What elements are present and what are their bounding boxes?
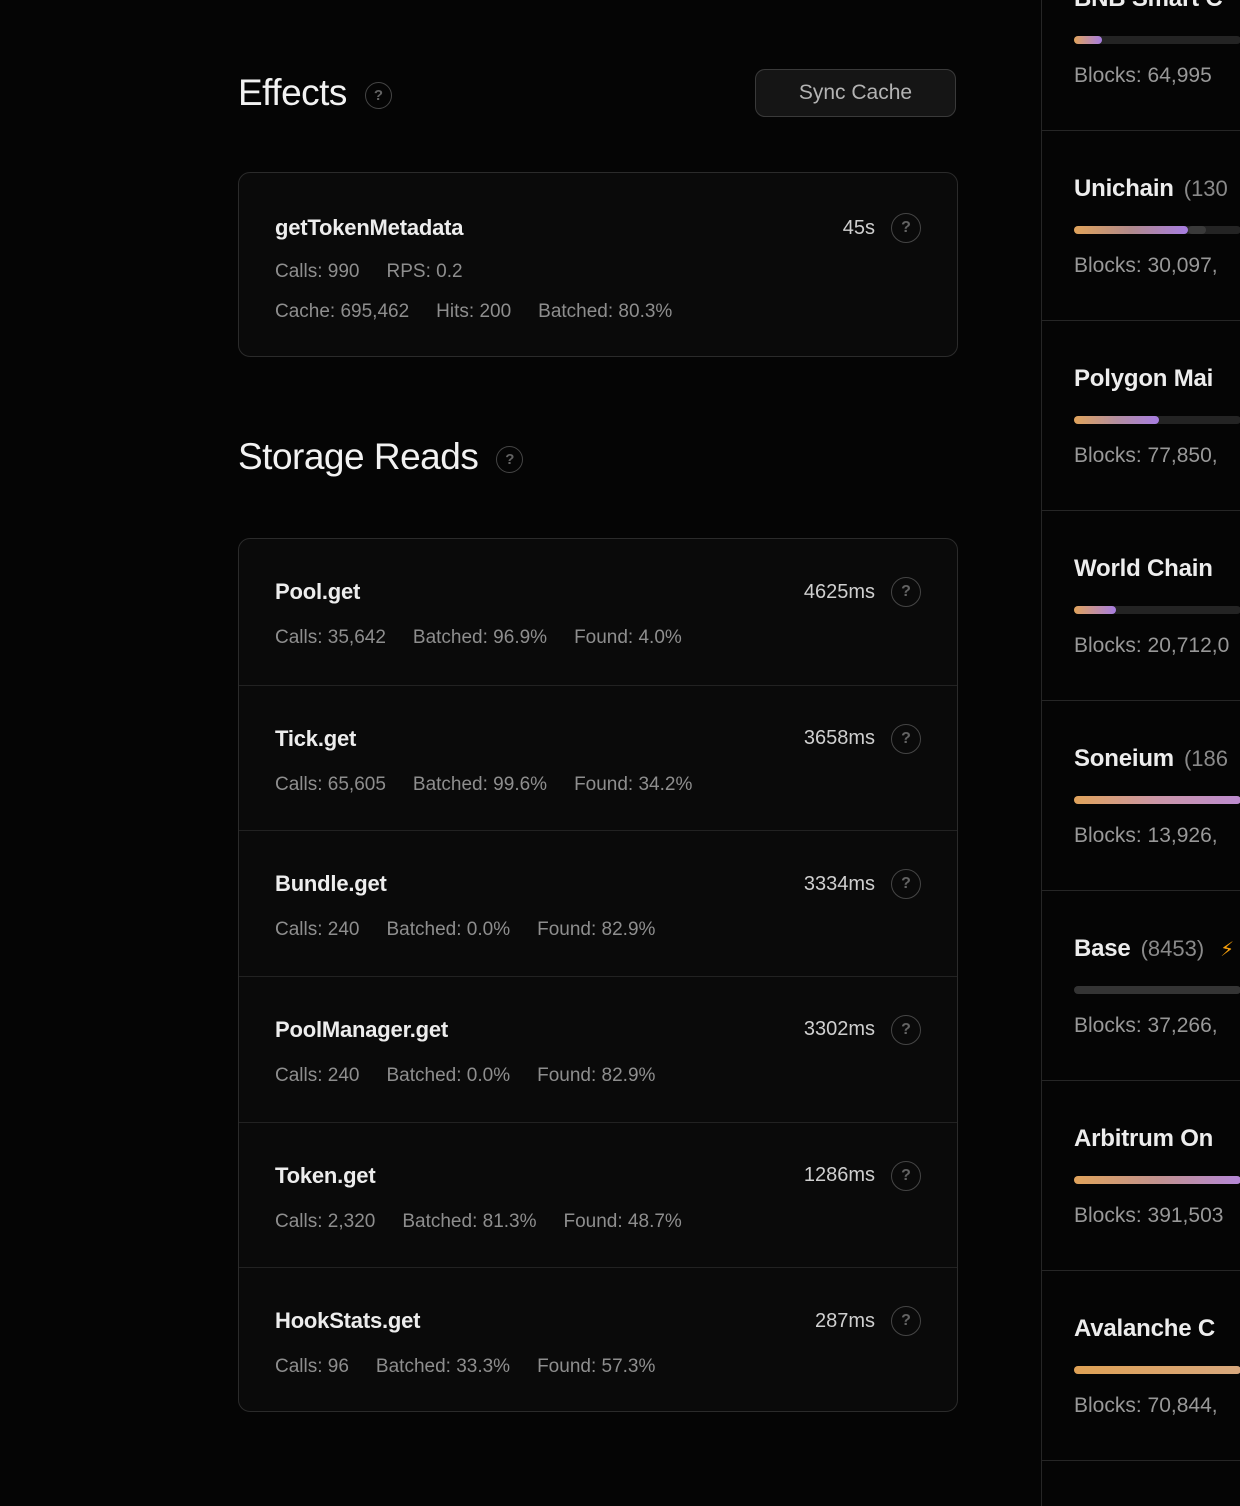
help-icon[interactable]: ? bbox=[891, 1306, 921, 1336]
storage-row-name: Bundle.get bbox=[275, 871, 387, 897]
stat-found: Found: 82.9% bbox=[537, 1065, 655, 1087]
stat-calls: Calls: 240 bbox=[275, 919, 360, 941]
chain-blocks: Blocks: 30,097, bbox=[1074, 254, 1240, 278]
chain-blocks: Blocks: 70,844, bbox=[1074, 1394, 1240, 1418]
stat-calls: Calls: 96 bbox=[275, 1356, 349, 1378]
storage-row-tick-get: Tick.get 3658ms ? Calls: 65,605 Batched:… bbox=[239, 685, 957, 831]
effect-stat-rps: RPS: 0.2 bbox=[387, 261, 463, 283]
stat-calls: Calls: 35,642 bbox=[275, 627, 386, 649]
sync-progress-bar bbox=[1074, 416, 1240, 424]
stat-batched: Batched: 33.3% bbox=[376, 1356, 510, 1378]
chain-id: (130 bbox=[1184, 176, 1228, 202]
stat-calls: Calls: 65,605 bbox=[275, 774, 386, 796]
sync-progress-bar bbox=[1074, 986, 1240, 994]
storage-reads-title: Storage Reads bbox=[238, 436, 478, 478]
help-icon[interactable]: ? bbox=[891, 213, 921, 243]
storage-row-duration: 1286ms bbox=[804, 1164, 875, 1187]
storage-row-name: Token.get bbox=[275, 1163, 375, 1189]
effects-title: Effects bbox=[238, 72, 347, 114]
chain-blocks: Blocks: 13,926, bbox=[1074, 824, 1240, 848]
sync-progress-bar bbox=[1074, 1366, 1240, 1374]
storage-row-name: HookStats.get bbox=[275, 1308, 420, 1334]
stat-batched: Batched: 81.3% bbox=[402, 1211, 536, 1233]
chain-name: Unichain bbox=[1074, 175, 1174, 203]
chain-section-soneium: Soneium (186 Blocks: 13,926, bbox=[1042, 701, 1240, 891]
chain-blocks: Blocks: 64,995 bbox=[1074, 64, 1240, 88]
stat-found: Found: 57.3% bbox=[537, 1356, 655, 1378]
storage-row-name: Pool.get bbox=[275, 579, 360, 605]
sync-progress-bar bbox=[1074, 606, 1240, 614]
chain-section-unichain: Unichain (130 Blocks: 30,097, bbox=[1042, 131, 1240, 321]
stat-calls: Calls: 240 bbox=[275, 1065, 360, 1087]
alert-icon: ⚡ bbox=[1220, 937, 1234, 962]
effects-header: Effects ? bbox=[238, 72, 392, 114]
help-icon[interactable]: ? bbox=[891, 869, 921, 899]
chains-panel: BNB Smart C Blocks: 64,995 Unichain (130… bbox=[1041, 0, 1240, 1506]
effect-stat-cache: Cache: 695,462 bbox=[275, 301, 409, 323]
sync-progress-bar bbox=[1074, 226, 1240, 234]
chain-name: Arbitrum On bbox=[1074, 1125, 1213, 1153]
sync-progress-bar bbox=[1074, 36, 1240, 44]
storage-row-bundle-get: Bundle.get 3334ms ? Calls: 240 Batched: … bbox=[239, 830, 957, 976]
help-icon[interactable]: ? bbox=[365, 82, 392, 109]
sync-progress-bar bbox=[1074, 796, 1240, 804]
stat-found: Found: 34.2% bbox=[574, 774, 692, 796]
chain-id: (186 bbox=[1184, 746, 1228, 772]
stat-batched: Batched: 99.6% bbox=[413, 774, 547, 796]
stat-batched: Batched: 0.0% bbox=[387, 919, 511, 941]
help-icon[interactable]: ? bbox=[496, 446, 523, 473]
chain-section-bnb: BNB Smart C Blocks: 64,995 bbox=[1042, 0, 1240, 131]
chain-name: Soneium bbox=[1074, 745, 1174, 773]
stat-found: Found: 48.7% bbox=[564, 1211, 682, 1233]
effect-name: getTokenMetadata bbox=[275, 215, 463, 241]
chain-name: Polygon Mai bbox=[1074, 365, 1213, 393]
stat-found: Found: 82.9% bbox=[537, 919, 655, 941]
storage-reads-header: Storage Reads ? bbox=[238, 436, 523, 478]
storage-row-duration: 4625ms bbox=[804, 581, 875, 604]
storage-row-duration: 3302ms bbox=[804, 1018, 875, 1041]
effect-stat-calls: Calls: 990 bbox=[275, 261, 360, 283]
chain-id: (8453) bbox=[1141, 936, 1205, 962]
chain-name: BNB Smart C bbox=[1074, 0, 1223, 13]
storage-row-poolmanager-get: PoolManager.get 3302ms ? Calls: 240 Batc… bbox=[239, 976, 957, 1122]
storage-row-pool-get: Pool.get 4625ms ? Calls: 35,642 Batched:… bbox=[239, 539, 957, 685]
chain-name: World Chain bbox=[1074, 555, 1213, 583]
help-icon[interactable]: ? bbox=[891, 1161, 921, 1191]
effect-stat-hits: Hits: 200 bbox=[436, 301, 511, 323]
effects-card: getTokenMetadata 45s ? Calls: 990 RPS: 0… bbox=[238, 172, 958, 357]
chain-blocks: Blocks: 391,503 bbox=[1074, 1204, 1240, 1228]
storage-row-token-get: Token.get 1286ms ? Calls: 2,320 Batched:… bbox=[239, 1122, 957, 1268]
stat-found: Found: 4.0% bbox=[574, 627, 682, 649]
chain-section-arbitrum: Arbitrum On Blocks: 391,503 bbox=[1042, 1081, 1240, 1271]
storage-row-duration: 287ms bbox=[815, 1310, 875, 1333]
sync-cache-button[interactable]: Sync Cache bbox=[755, 69, 956, 117]
storage-row-hookstats-get: HookStats.get 287ms ? Calls: 96 Batched:… bbox=[239, 1267, 957, 1413]
chain-section-base: Base (8453) ⚡ Blocks: 37,266, bbox=[1042, 891, 1240, 1081]
help-icon[interactable]: ? bbox=[891, 577, 921, 607]
stat-batched: Batched: 0.0% bbox=[387, 1065, 511, 1087]
sync-progress-bar bbox=[1074, 1176, 1240, 1184]
storage-reads-card: Pool.get 4625ms ? Calls: 35,642 Batched:… bbox=[238, 538, 958, 1412]
help-icon[interactable]: ? bbox=[891, 1015, 921, 1045]
chain-section-avalanche: Avalanche C Blocks: 70,844, bbox=[1042, 1271, 1240, 1461]
storage-row-duration: 3334ms bbox=[804, 873, 875, 896]
stat-calls: Calls: 2,320 bbox=[275, 1211, 375, 1233]
storage-row-name: PoolManager.get bbox=[275, 1017, 448, 1043]
help-icon[interactable]: ? bbox=[891, 724, 921, 754]
effect-duration: 45s bbox=[843, 217, 875, 240]
chain-blocks: Blocks: 37,266, bbox=[1074, 1014, 1240, 1038]
chain-section-worldchain: World Chain Blocks: 20,712,0 bbox=[1042, 511, 1240, 701]
effect-stat-batched: Batched: 80.3% bbox=[538, 301, 672, 323]
stat-batched: Batched: 96.9% bbox=[413, 627, 547, 649]
chain-blocks: Blocks: 20,712,0 bbox=[1074, 634, 1240, 658]
chain-name: Avalanche C bbox=[1074, 1315, 1215, 1343]
storage-row-duration: 3658ms bbox=[804, 727, 875, 750]
chain-blocks: Blocks: 77,850, bbox=[1074, 444, 1240, 468]
chain-name: Base bbox=[1074, 935, 1131, 963]
chain-section-polygon: Polygon Mai Blocks: 77,850, bbox=[1042, 321, 1240, 511]
storage-row-name: Tick.get bbox=[275, 726, 356, 752]
